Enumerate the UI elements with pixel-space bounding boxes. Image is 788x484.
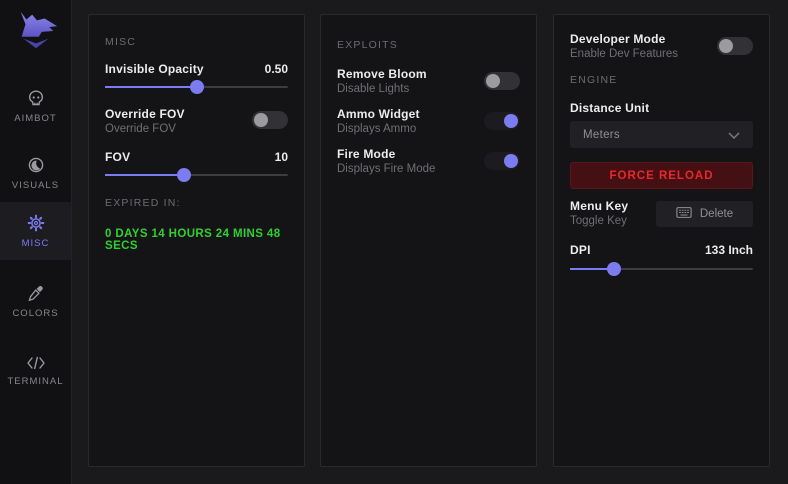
ammo-widget-sublabel: Displays Ammo [337, 122, 474, 136]
expired-header: EXPIRED IN: [105, 197, 181, 209]
engine-header: ENGINE [570, 74, 617, 86]
slider-fill [105, 86, 197, 88]
invisible-opacity-row: Invisible Opacity 0.50 [105, 62, 288, 76]
override-fov-sublabel: Override FOV [105, 122, 242, 136]
slider-fill [105, 174, 184, 176]
gear-icon [27, 214, 45, 232]
distance-unit-row: Distance Unit [570, 101, 753, 115]
ammo-widget-toggle[interactable] [484, 112, 520, 130]
invisible-opacity-label: Invisible Opacity [105, 62, 204, 76]
panel-exploits: EXPLOITS Remove Bloom Disable Lights Amm… [320, 14, 537, 467]
sidebar: AIMBOT VISUALS [0, 0, 72, 484]
sidebar-item-visuals[interactable]: VISUALS [0, 144, 71, 202]
sidebar-item-terminal[interactable]: TERMINAL [0, 342, 71, 400]
override-fov-block: Override FOV Override FOV [105, 107, 242, 136]
contrast-icon [27, 156, 45, 174]
sidebar-item-label: TERMINAL [7, 376, 63, 387]
remove-bloom-block: Remove Bloom Disable Lights [337, 67, 474, 96]
toggle-knob [504, 114, 518, 128]
panel-misc: MISC Invisible Opacity 0.50 Override FOV… [88, 14, 305, 467]
dpi-slider[interactable] [570, 262, 753, 276]
fire-mode-toggle[interactable] [484, 152, 520, 170]
app-window: AIMBOT VISUALS [0, 0, 788, 484]
developer-mode-toggle[interactable] [717, 37, 753, 55]
panel-exploits-header: EXPLOITS [337, 39, 398, 51]
sidebar-item-label: AIMBOT [14, 113, 56, 124]
ammo-widget-block: Ammo Widget Displays Ammo [337, 107, 474, 136]
sidebar-item-label: MISC [22, 238, 50, 249]
panel-misc-header: MISC [105, 36, 136, 48]
fire-mode-block: Fire Mode Displays Fire Mode [337, 147, 474, 176]
remove-bloom-label: Remove Bloom [337, 67, 474, 81]
remove-bloom-sublabel: Disable Lights [337, 82, 474, 96]
slider-thumb[interactable] [177, 168, 191, 182]
wolf-logo [0, 9, 71, 51]
dpi-row: DPI 133 Inch [570, 243, 753, 257]
code-icon [26, 356, 46, 370]
developer-mode-sublabel: Enable Dev Features [570, 47, 707, 61]
menu-key-button-label: Delete [700, 208, 733, 220]
wolf-logo-icon [13, 9, 59, 51]
slider-thumb[interactable] [607, 262, 621, 276]
sidebar-item-label: VISUALS [12, 180, 59, 191]
ammo-widget-label: Ammo Widget [337, 107, 474, 121]
invisible-opacity-slider[interactable] [105, 80, 288, 94]
chevron-down-icon [728, 126, 740, 144]
eyedropper-icon [27, 284, 45, 302]
dpi-value: 133 Inch [705, 243, 753, 257]
toggle-knob [719, 39, 733, 53]
fov-slider[interactable] [105, 168, 288, 182]
fov-label: FOV [105, 150, 130, 164]
sidebar-item-aimbot[interactable]: AIMBOT [0, 77, 71, 135]
developer-mode-block: Developer Mode Enable Dev Features [570, 32, 707, 61]
fov-value: 10 [275, 150, 288, 164]
invisible-opacity-value: 0.50 [265, 62, 288, 76]
sidebar-item-label: COLORS [12, 308, 58, 319]
toggle-knob [486, 74, 500, 88]
panel-settings: Developer Mode Enable Dev Features ENGIN… [553, 14, 770, 467]
distance-unit-selected: Meters [583, 129, 620, 141]
fire-mode-sublabel: Displays Fire Mode [337, 162, 474, 176]
keyboard-icon [676, 206, 692, 222]
fire-mode-label: Fire Mode [337, 147, 474, 161]
toggle-knob [254, 113, 268, 127]
sidebar-item-colors[interactable]: COLORS [0, 272, 71, 330]
distance-unit-select[interactable]: Meters [570, 121, 753, 148]
toggle-knob [504, 154, 518, 168]
override-fov-toggle[interactable] [252, 111, 288, 129]
override-fov-label: Override FOV [105, 107, 242, 121]
developer-mode-label: Developer Mode [570, 32, 707, 46]
expired-countdown: 0 DAYS 14 HOURS 24 MINS 48 SECS [105, 228, 288, 252]
slider-thumb[interactable] [190, 80, 204, 94]
remove-bloom-toggle[interactable] [484, 72, 520, 90]
skull-icon [27, 89, 45, 107]
fov-row: FOV 10 [105, 150, 288, 164]
sidebar-item-misc[interactable]: MISC [0, 202, 71, 260]
force-reload-button[interactable]: FORCE RELOAD [570, 162, 753, 189]
distance-unit-label: Distance Unit [570, 101, 649, 115]
dpi-label: DPI [570, 243, 591, 257]
menu-key-delete-button[interactable]: Delete [656, 201, 753, 227]
